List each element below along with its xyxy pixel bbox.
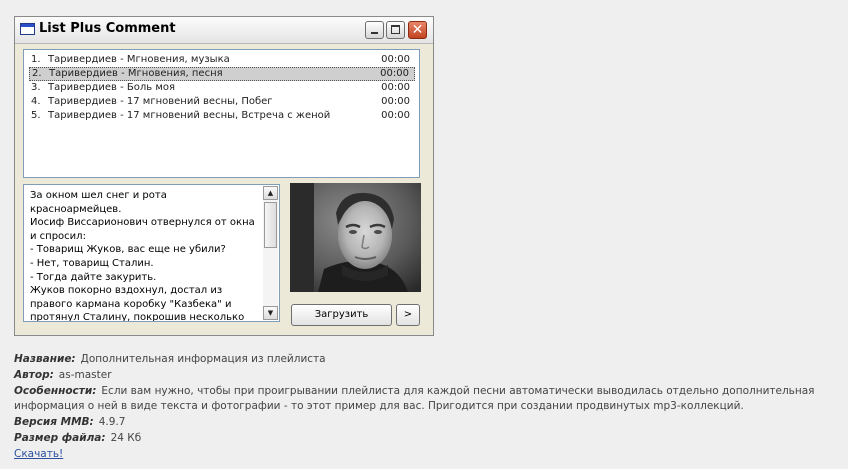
track-number: 4. — [31, 96, 41, 107]
author-value: as-master — [58, 368, 112, 381]
close-icon: ✕ — [411, 22, 424, 38]
version-value: 4.9.7 — [98, 416, 126, 429]
download-link[interactable]: Скачать! — [14, 448, 63, 460]
maximize-icon — [391, 25, 400, 34]
track-name: Таривердиев - Мгновения, песня — [49, 68, 223, 79]
arrow-up-icon: ▲ — [267, 189, 274, 197]
arrow-down-icon: ▼ — [267, 309, 274, 317]
track-name: Таривердиев - 17 мгновений весны, Побег — [48, 96, 273, 107]
comment-scrollbar[interactable]: ▲ ▼ — [263, 186, 278, 320]
info-author-row: Автор: as-master — [14, 368, 834, 384]
next-button[interactable]: > — [396, 304, 420, 326]
track-number: 3. — [31, 82, 41, 93]
comment-textbox[interactable]: За окном шел снег и рота красноармейцев.… — [23, 184, 280, 322]
load-button[interactable]: Загрузить — [291, 304, 392, 326]
minimize-icon — [371, 32, 378, 34]
size-value: 24 Кб — [110, 431, 142, 444]
comment-text: За окном шел снег и рота красноармейцев.… — [30, 190, 255, 322]
scroll-down-button[interactable]: ▼ — [263, 306, 278, 320]
track-name: Таривердиев - 17 мгновений весны, Встреч… — [48, 110, 331, 121]
info-version-row: Версия MMB: 4.9.7 — [14, 415, 834, 431]
track-number: 5. — [31, 110, 41, 121]
portrait-photo — [290, 183, 421, 292]
playlist-item[interactable]: 5. Таривердиев - 17 мгновений весны, Вст… — [29, 109, 415, 123]
name-label: Название: — [14, 353, 76, 365]
info-name-row: Название: Дополнительная информация из пл… — [14, 352, 834, 368]
info-size-row: Размер файла: 24 Кб — [14, 431, 834, 447]
track-number: 2. — [32, 68, 42, 79]
window-icon — [20, 23, 35, 35]
app-window: List Plus Comment ✕ 1. Таривердиев - Мгн… — [14, 16, 434, 336]
track-duration: 00:00 — [381, 96, 410, 107]
features-value: Если вам нужно, чтобы при проигрывании п… — [14, 384, 815, 413]
features-label: Особенности: — [14, 384, 97, 397]
description-block: Название: Дополнительная информация из пл… — [14, 352, 834, 463]
track-number: 1. — [31, 54, 41, 65]
track-duration: 00:00 — [381, 82, 410, 93]
playlist-item-selected[interactable]: 2. Таривердиев - Мгновения, песня 00:00 — [29, 67, 415, 81]
track-duration: 00:00 — [380, 68, 409, 79]
info-download-row: Скачать! — [14, 447, 834, 463]
maximize-button[interactable] — [386, 21, 405, 39]
track-duration: 00:00 — [381, 54, 410, 65]
track-duration: 00:00 — [381, 110, 410, 121]
title-bar[interactable]: List Plus Comment ✕ — [15, 17, 433, 44]
playlist-item[interactable]: 4. Таривердиев - 17 мгновений весны, Поб… — [29, 95, 415, 109]
track-photo — [290, 183, 421, 292]
playlist[interactable]: 1. Таривердиев - Мгновения, музыка 00:00… — [23, 49, 420, 178]
minimize-button[interactable] — [365, 21, 384, 39]
playlist-item[interactable]: 3. Таривердиев - Боль моя 00:00 — [29, 81, 415, 95]
scrollbar-thumb[interactable] — [264, 202, 277, 248]
author-label: Автор: — [14, 368, 54, 381]
track-name: Таривердиев - Боль моя — [48, 82, 176, 93]
playlist-item[interactable]: 1. Таривердиев - Мгновения, музыка 00:00 — [29, 53, 415, 67]
close-button[interactable]: ✕ — [408, 21, 427, 39]
size-label: Размер файла: — [14, 431, 106, 444]
version-label: Версия MMB: — [14, 416, 94, 429]
info-features-row: Особенности: Если вам нужно, чтобы при пр… — [14, 384, 834, 416]
name-value: Дополнительная информация из плейлиста — [80, 353, 326, 365]
scroll-up-button[interactable]: ▲ — [263, 186, 278, 200]
track-name: Таривердиев - Мгновения, музыка — [48, 54, 230, 65]
window-title: List Plus Comment — [39, 21, 176, 36]
